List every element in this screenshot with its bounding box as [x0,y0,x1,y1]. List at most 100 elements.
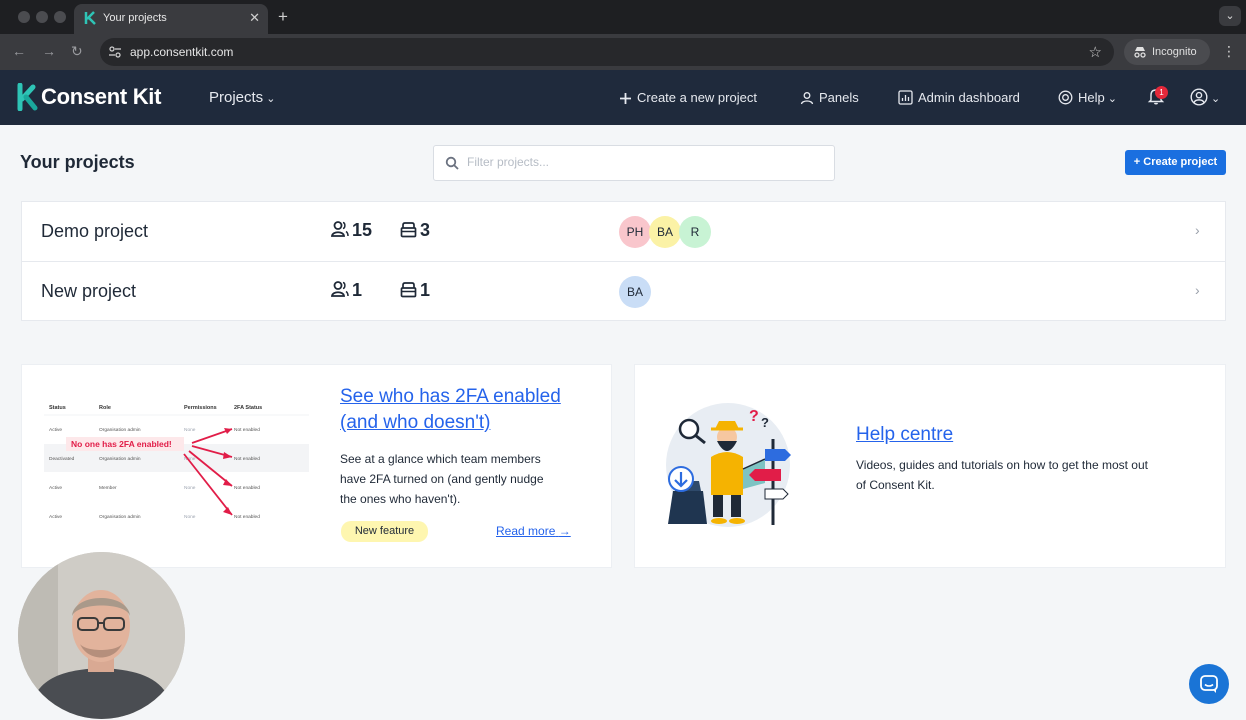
url-text: app.consentkit.com [130,45,234,59]
illus-cell: Active [49,485,62,491]
archive-box-icon [400,222,417,238]
twofa-card-title[interactable]: See who has 2FA enabled (and who doesn't) [340,384,561,436]
user-circle-icon [1190,88,1208,106]
back-arrow-icon[interactable]: ← [12,43,26,59]
illus-cell: None [184,485,196,491]
users-icon [800,92,814,105]
projects-menu[interactable]: Projects ⌄ [209,89,275,106]
panels-label: Panels [819,90,859,105]
create-new-project-link[interactable]: Create a new project [619,90,757,105]
illus-cell: Active [49,514,62,520]
incognito-label: Incognito [1152,46,1197,58]
illus-cell: Organisation admin [99,514,141,520]
consentkit-favicon-icon [84,11,96,25]
create-project-button[interactable]: + Create project [1125,150,1226,175]
help-desc-line1: Videos, guides and tutorials on how to g… [856,458,1148,472]
illus-header: Role [99,405,111,411]
chevron-down-icon: ⌄ [266,93,276,105]
illus-cell: None [184,514,196,520]
read-more-label: Read more [496,524,556,538]
chevron-down-icon: ⌄ [1211,93,1221,105]
twofa-title-line2: (and who doesn't) [340,412,491,433]
illus-cell: Not enabled [234,514,260,520]
illus-callout: No one has 2FA enabled! [71,439,172,449]
help-centre-title[interactable]: Help centre [856,422,953,448]
illus-cell: Organisation admin [99,427,141,433]
avatar: BA [619,276,651,308]
chevron-down-icon[interactable]: ⌄ [1219,6,1241,26]
window-minimize-dot[interactable] [36,11,48,23]
project-row-new[interactable]: New project 1 1 BA › [22,262,1225,322]
filter-projects-field[interactable] [433,145,835,181]
bookmark-star-icon[interactable]: ☆ [1089,43,1102,61]
help-menu[interactable]: Help ⌄ [1058,90,1117,105]
projects-menu-label: Projects [209,89,264,106]
illus-header: 2FA Status [234,405,262,411]
window-close-dot[interactable] [18,11,30,23]
incognito-profile-button[interactable]: Incognito [1124,39,1210,65]
twofa-illustration: Status Role Permissions 2FA Status Activ… [44,405,309,520]
user-account-menu[interactable]: ⌄ [1190,88,1220,106]
plus-icon[interactable]: + [278,7,288,27]
chat-icon [1200,675,1218,693]
members-value: 1 [352,280,363,300]
project-members-count: 15 [331,220,372,241]
help-centre-card: ? ? Help centre Videos, guides and tutor… [634,364,1226,568]
illus-cell: Member [99,485,117,491]
site-settings-icon[interactable] [108,45,122,59]
avatar: R [679,216,711,248]
chevron-right-icon: › [1195,282,1200,298]
illus-cell: Not enabled [234,485,260,491]
browser-tab-strip: Your projects ✕ + ⌄ [0,0,1246,34]
users-icon [331,221,349,237]
search-icon [445,156,459,170]
illus-cell: Not enabled [234,456,260,462]
notification-count-badge: 1 [1155,86,1168,99]
reload-icon[interactable]: ↻ [71,43,83,60]
admin-dashboard-link[interactable]: Admin dashboard [898,90,1020,105]
avatar: PH [619,216,651,248]
help-centre-description: Videos, guides and tutorials on how to g… [856,455,1196,495]
tab-title: Your projects [103,12,167,24]
project-members-count: 1 [331,280,362,301]
brand-name[interactable]: Consent Kit [41,84,161,110]
twofa-title-line1: See who has 2FA enabled [340,386,561,407]
illus-cell: None [184,427,196,433]
more-menu-icon[interactable]: ⋮ [1222,43,1236,60]
svg-text:?: ? [761,415,769,430]
admin-dashboard-label: Admin dashboard [918,90,1020,105]
browser-toolbar: ← → ↻ app.consentkit.com ☆ Incognito ⋮ [0,34,1246,70]
members-value: 15 [352,220,373,240]
project-panels-count: 3 [400,220,430,241]
help-centre-illustration: ? ? [666,403,791,527]
twofa-desc-line1: See at a glance which team members [340,452,541,466]
close-icon[interactable]: ✕ [249,10,260,26]
plus-icon: + [1133,156,1144,168]
filter-projects-input[interactable] [467,155,817,169]
project-name: New project [41,281,137,301]
address-bar[interactable]: app.consentkit.com ☆ [100,38,1114,66]
illus-cell: Not enabled [234,427,260,433]
help-desc-line2: of Consent Kit. [856,478,935,492]
archive-box-icon [400,282,417,298]
support-chat-button[interactable] [1189,664,1229,704]
project-name: Demo project [41,221,149,241]
twofa-desc-line2: have 2FA turned on (and gently nudge [340,472,544,486]
avatar: BA [649,216,681,248]
panels-link[interactable]: Panels [800,90,859,105]
project-row-demo[interactable]: Demo project 15 3 PH BA R › [22,202,1225,262]
illus-header: Permissions [184,405,217,411]
twofa-card-description: See at a glance which team members have 2… [340,449,590,509]
consentkit-logo-icon[interactable] [16,83,38,111]
read-more-link[interactable]: Read more → [496,524,571,538]
forward-arrow-icon[interactable]: → [42,43,56,59]
window-zoom-dot[interactable] [54,11,66,23]
arrow-right-icon: → [558,524,571,538]
project-list: Demo project 15 3 PH BA R › New project … [21,201,1226,321]
app-header: Consent Kit Projects ⌄ Create a new proje… [0,70,1246,125]
twofa-feature-card: Status Role Permissions 2FA Status Activ… [21,364,612,568]
chevron-down-icon: ⌄ [1107,93,1117,105]
browser-tab[interactable]: Your projects ✕ [74,4,268,34]
illus-cell: Deactivated [49,456,75,462]
plus-icon [620,93,631,104]
